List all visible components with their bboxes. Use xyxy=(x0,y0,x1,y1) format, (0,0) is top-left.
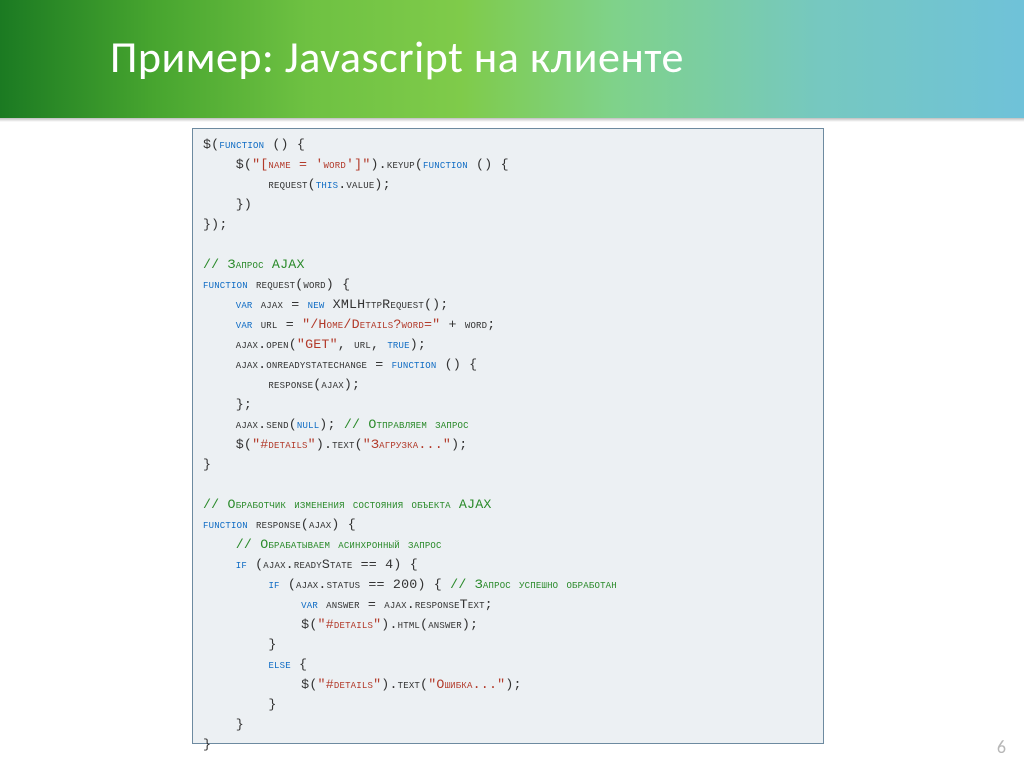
code-content: $(function () { $("[name = 'word']").key… xyxy=(203,135,813,755)
header-shadow xyxy=(0,118,1024,122)
slide-title: Пример: Javascript на клиенте xyxy=(110,30,684,84)
code-block: $(function () { $("[name = 'word']").key… xyxy=(192,128,824,744)
slide: Пример: Javascript на клиенте $(function… xyxy=(0,0,1024,768)
slide-number: 6 xyxy=(997,736,1006,758)
